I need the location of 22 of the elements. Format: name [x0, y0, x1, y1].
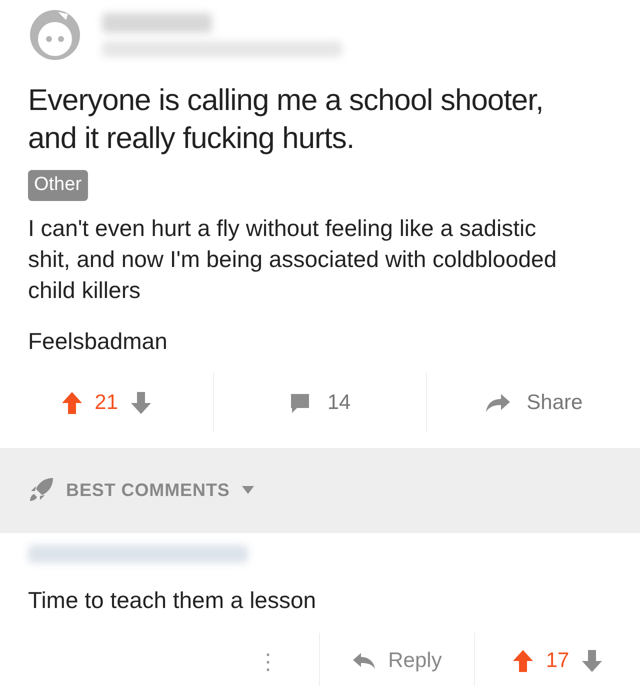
- post-body-text: I can't even hurt a fly without feeling like a sadistic shit, and now I'm being associated with coldblooded child killers: [28, 214, 558, 304]
- upvote-icon[interactable]: [60, 390, 83, 414]
- caret-icon: [242, 486, 254, 494]
- upvote-icon[interactable]: [512, 649, 534, 673]
- comment-icon: [289, 392, 312, 414]
- comment-text: Time to teach them a lesson: [28, 586, 318, 614]
- vote-score: 17: [546, 648, 570, 674]
- avatar-icon: [28, 8, 82, 62]
- share-button[interactable]: Share: [484, 386, 583, 418]
- comments-button[interactable]: 14: [289, 386, 351, 418]
- post-body-text: Feelsbadman: [28, 326, 168, 356]
- sort-button[interactable]: BEST COMMENTS: [28, 476, 254, 504]
- reply-arrow-icon: [352, 652, 376, 670]
- vote-score: 21: [94, 390, 118, 416]
- flair-tag: Other: [28, 170, 88, 200]
- downvote-icon[interactable]: [581, 649, 604, 673]
- reply-button[interactable]: Reply: [352, 645, 442, 677]
- post-title: Everyone is calling me a school shooter, and it really fucking hurts.: [28, 83, 544, 157]
- downvote-icon[interactable]: [130, 390, 152, 414]
- share-arrow-icon: [484, 392, 511, 412]
- rocket-icon: [28, 477, 54, 503]
- more-options-button[interactable]: ⋮: [257, 644, 279, 678]
